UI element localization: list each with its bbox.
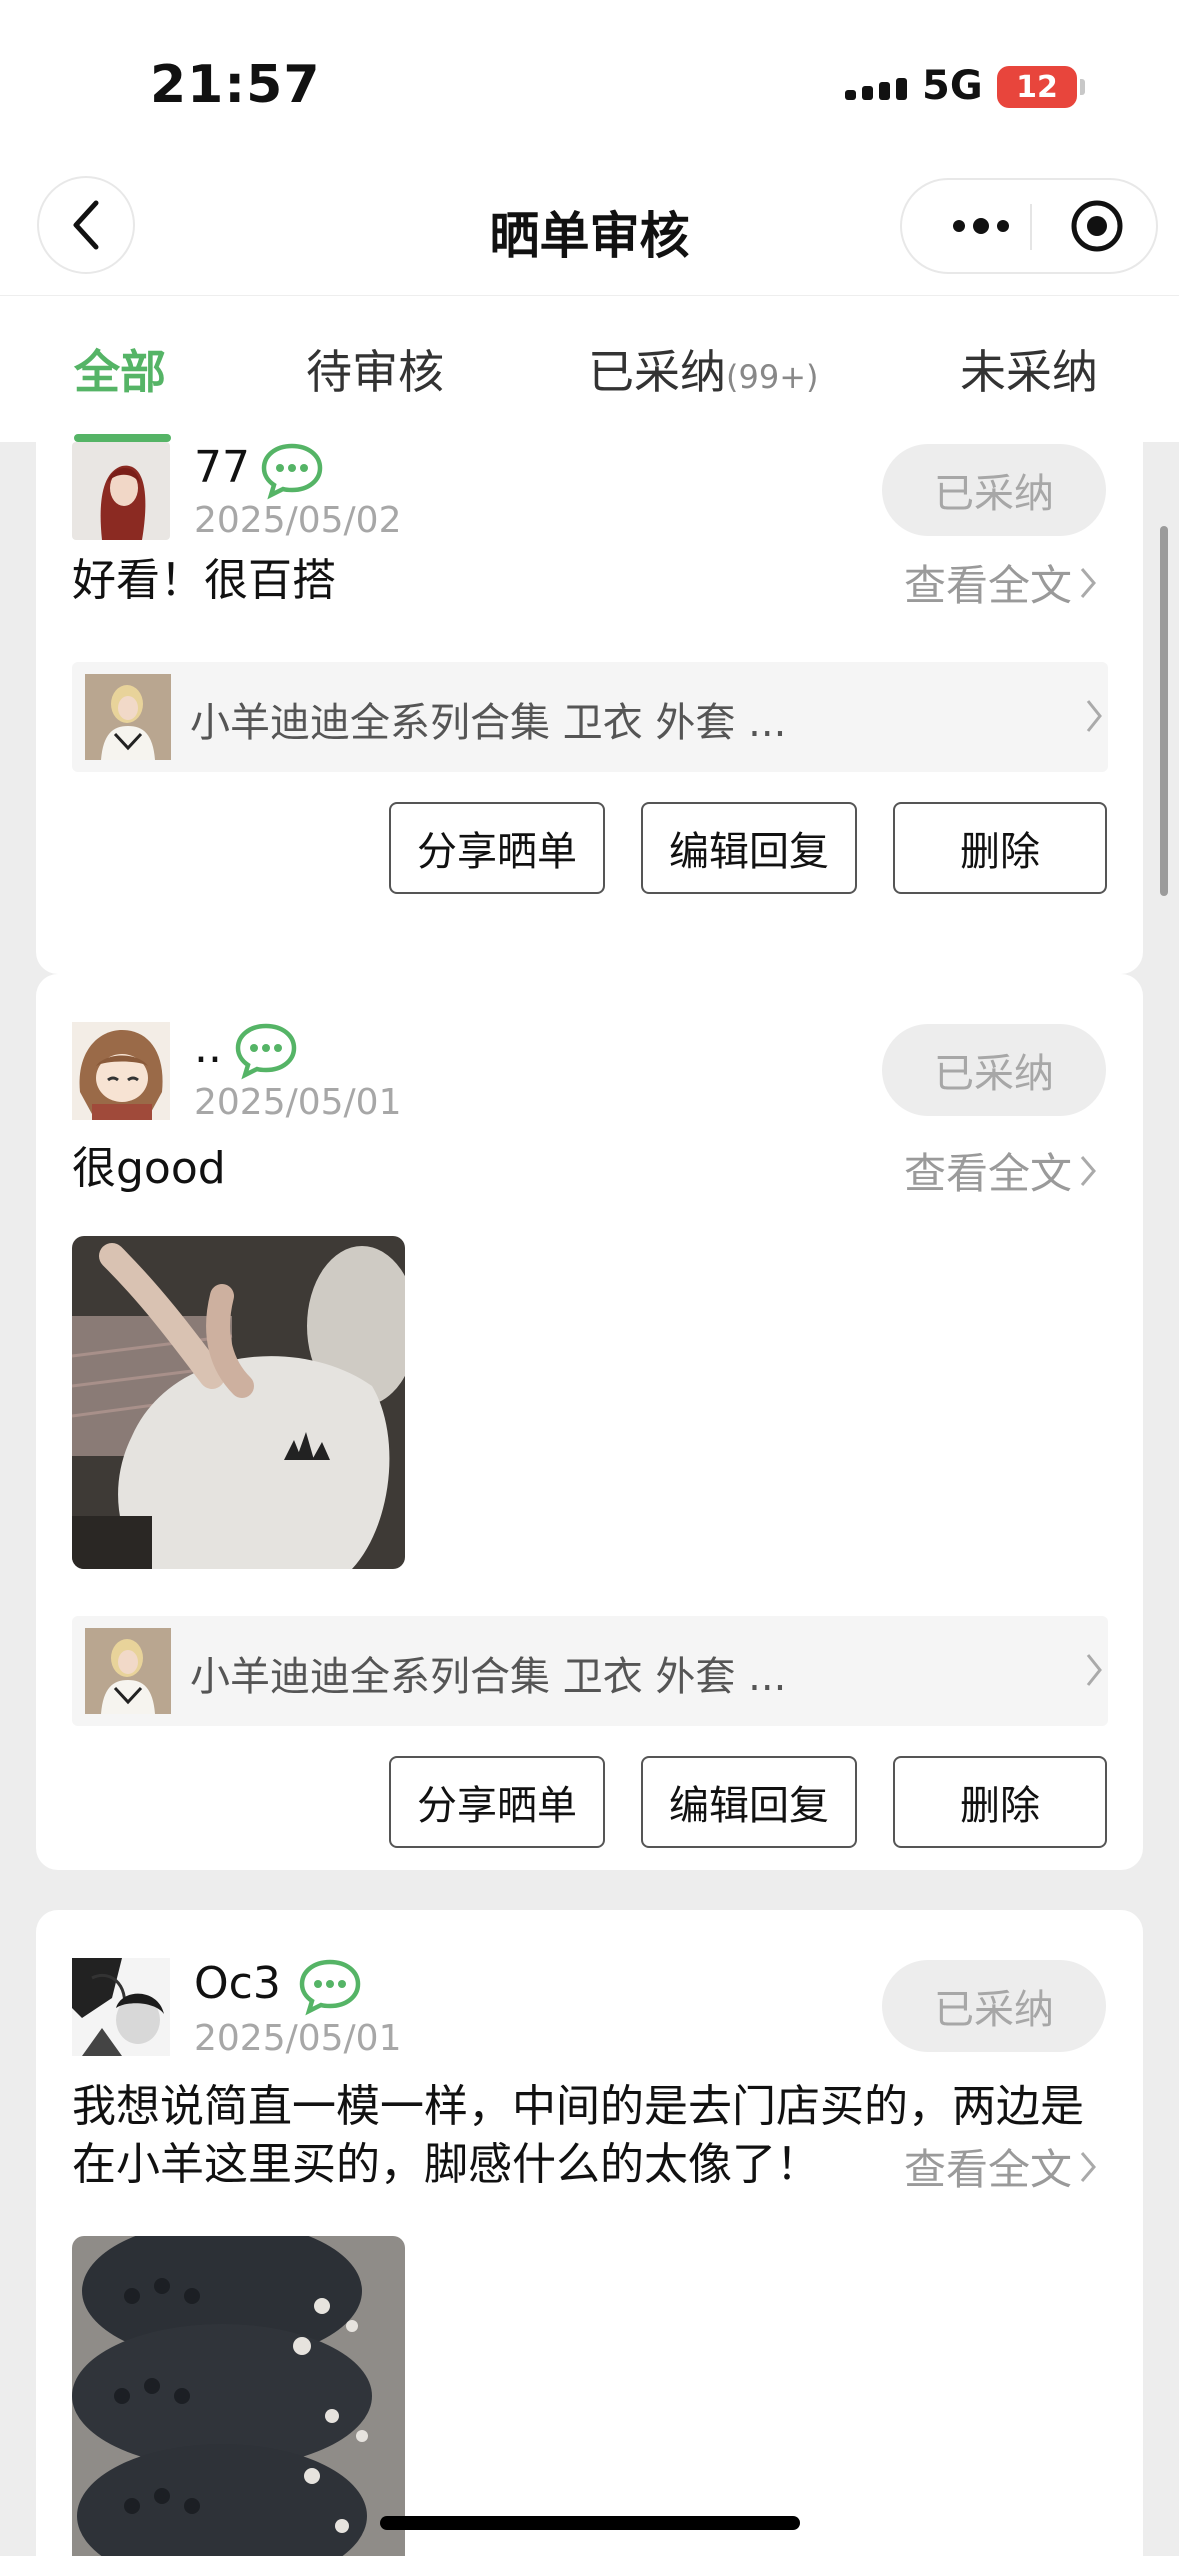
view-full-link[interactable]: 查看全文 — [888, 1140, 1099, 1201]
scrollbar[interactable] — [1160, 526, 1168, 896]
avatar[interactable] — [72, 442, 170, 540]
review-date: 2025/05/01 — [194, 1082, 402, 1123]
username: 77 — [194, 442, 250, 493]
capsule-divider — [1030, 204, 1032, 250]
tab-adopted[interactable]: 已采纳(99+) — [588, 336, 819, 402]
edit-reply-button[interactable]: 编辑回复 — [641, 1756, 857, 1848]
battery-icon: 12 — [997, 66, 1077, 108]
view-full-label: 查看全文 — [904, 2145, 1073, 2194]
view-full-link[interactable]: 查看全文 — [888, 552, 1099, 613]
view-full-label: 查看全文 — [904, 1149, 1073, 1198]
username: Oc3 — [194, 1958, 281, 2009]
avatar[interactable] — [72, 1958, 170, 2056]
delete-button[interactable]: 删除 — [893, 1756, 1107, 1848]
chevron-right-icon — [1080, 2151, 1096, 2182]
product-name: 小羊迪迪全系列合集 卫衣 外套 ... — [190, 1654, 787, 1700]
chevron-right-icon — [1080, 1155, 1096, 1186]
avatar-image — [72, 1022, 170, 1120]
mini-program-capsule — [900, 178, 1158, 274]
avatar[interactable] — [72, 1022, 170, 1120]
review-photo[interactable] — [72, 1236, 405, 1569]
tab-pending-label: 待审核 — [306, 345, 444, 399]
review-date: 2025/05/02 — [194, 500, 402, 541]
home-indicator[interactable] — [380, 2516, 800, 2530]
more-button[interactable] — [936, 180, 1026, 272]
product-name: 小羊迪迪全系列合集 卫衣 外套 ... — [190, 700, 787, 746]
review-content-line-1: 我想说简直一模一样，中间的是去门店买的，两边是 — [72, 2081, 1084, 2132]
delete-button[interactable]: 删除 — [893, 802, 1107, 894]
username: .. — [194, 1022, 222, 1073]
close-button[interactable] — [1052, 180, 1142, 272]
review-photo[interactable] — [72, 2236, 405, 2556]
review-card: Oc3 2025/05/01 已采纳 我想说简直一模一样，中间的是去门店买的，两… — [36, 1910, 1143, 2556]
active-tab-indicator — [74, 434, 171, 442]
chevron-right-icon — [1080, 567, 1096, 598]
status-time: 21:57 — [150, 55, 321, 115]
tab-adopted-count: (99+) — [726, 358, 819, 396]
share-button[interactable]: 分享晒单 — [389, 802, 605, 894]
product-thumbnail — [85, 1628, 171, 1714]
target-close-icon — [1071, 200, 1123, 252]
avatar-image — [72, 442, 170, 540]
status-bar: 21:57 5G 12 — [0, 0, 1179, 160]
review-date: 2025/05/01 — [194, 2018, 402, 2059]
tab-all[interactable]: 全部 — [74, 336, 166, 402]
battery-tip — [1080, 79, 1085, 95]
message-icon[interactable] — [260, 442, 324, 500]
status-badge: 已采纳 — [882, 1960, 1106, 2052]
review-card: .. 2025/05/01 已采纳 很good 查看全文 小羊迪迪全系列合集 卫… — [36, 974, 1143, 1870]
view-full-label: 查看全文 — [904, 561, 1073, 610]
tab-not-adopted-label: 未采纳 — [960, 345, 1098, 399]
status-badge: 已采纳 — [882, 1024, 1106, 1116]
review-photo-image — [72, 2236, 405, 2556]
tab-not-adopted[interactable]: 未采纳 — [960, 336, 1098, 402]
product-link[interactable]: 小羊迪迪全系列合集 卫衣 外套 ... — [72, 1616, 1108, 1726]
review-feed[interactable]: 77 2025/05/02 已采纳 好看！很百搭 查看全文 小羊迪迪全系列合集 … — [0, 442, 1179, 2556]
chevron-right-icon — [1086, 700, 1102, 732]
network-type: 5G — [922, 63, 983, 109]
tab-adopted-label: 已采纳 — [588, 345, 726, 399]
message-icon[interactable] — [298, 1958, 362, 2016]
tab-bar: 全部 待审核 已采纳(99+) 未采纳 — [0, 295, 1179, 442]
tab-pending[interactable]: 待审核 — [306, 336, 444, 402]
chevron-right-icon — [1086, 1654, 1102, 1686]
product-thumbnail — [85, 674, 171, 760]
avatar-image — [72, 1958, 170, 2056]
review-photo-image — [72, 1236, 405, 1569]
more-dots-icon — [953, 218, 1009, 234]
battery-level: 12 — [1016, 69, 1058, 105]
message-icon[interactable] — [234, 1022, 298, 1080]
view-full-link[interactable]: 查看全文 — [888, 2136, 1099, 2197]
review-card: 77 2025/05/02 已采纳 好看！很百搭 查看全文 小羊迪迪全系列合集 … — [36, 442, 1143, 974]
top-area: 21:57 5G 12 晒单审核 — [0, 0, 1179, 295]
product-link[interactable]: 小羊迪迪全系列合集 卫衣 外套 ... — [72, 662, 1108, 772]
tab-all-label: 全部 — [74, 345, 166, 399]
edit-reply-button[interactable]: 编辑回复 — [641, 802, 857, 894]
share-button[interactable]: 分享晒单 — [389, 1756, 605, 1848]
status-badge: 已采纳 — [882, 444, 1106, 536]
signal-icon — [845, 78, 907, 100]
